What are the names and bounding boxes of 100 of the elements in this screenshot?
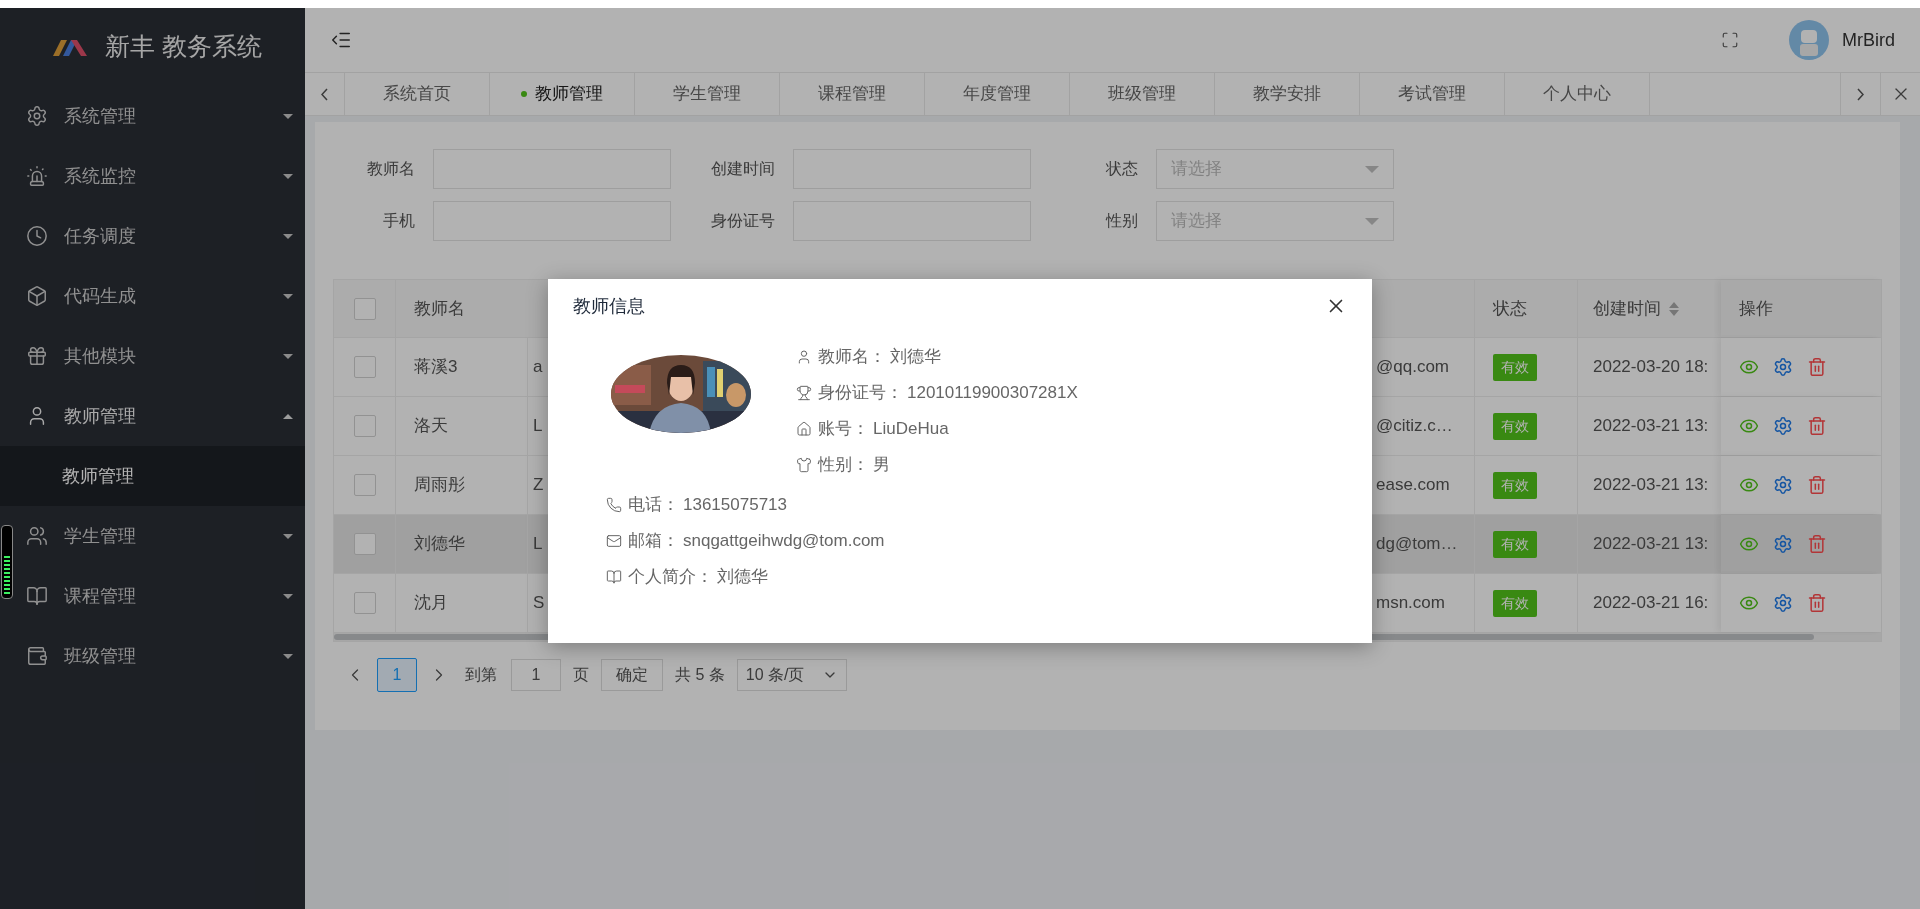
phone-icon: [606, 497, 622, 513]
trophy-icon: [796, 385, 812, 401]
menu-item[interactable]: 教师管理: [0, 386, 305, 446]
menu-item[interactable]: 任务调度: [0, 206, 305, 266]
page-size-select[interactable]: 10 条/页: [736, 659, 847, 691]
page-tab[interactable]: 教师管理: [490, 73, 635, 115]
filter-label: 身份证号: [710, 211, 776, 231]
gear-icon: [26, 105, 48, 127]
caret-icon: [1365, 165, 1379, 173]
menu-item[interactable]: 学生管理: [0, 506, 305, 566]
menu-item[interactable]: 系统管理: [0, 86, 305, 146]
row-checkbox[interactable]: [353, 474, 376, 496]
delete-icon[interactable]: [1807, 593, 1827, 613]
page-tab[interactable]: 年度管理: [925, 73, 1070, 115]
delete-icon[interactable]: [1807, 416, 1827, 436]
view-icon[interactable]: [1739, 416, 1759, 436]
filter-label: 手机: [382, 211, 416, 231]
sort-icon[interactable]: [1669, 301, 1679, 316]
status-tag: 有效: [1493, 471, 1537, 499]
table-cell-text: L: [533, 415, 543, 438]
menu-item[interactable]: 班级管理: [0, 626, 305, 686]
table-cell-text: 2022-03-21 13:: [1593, 415, 1709, 438]
caret-icon: [1365, 217, 1379, 225]
gear-icon[interactable]: [1773, 416, 1793, 436]
caret-icon: [283, 533, 293, 539]
table-cell-text: 周雨彤: [414, 474, 465, 497]
caret-icon: [283, 113, 293, 119]
caret-icon: [283, 173, 293, 179]
table-cell-text: S: [533, 592, 545, 615]
table-cell-text: msn.com: [1376, 592, 1445, 615]
field-label: 身份证号：: [818, 382, 903, 405]
page-tab[interactable]: 课程管理: [780, 73, 925, 115]
field-value: snqgattgeihwdg@tom.com: [683, 530, 885, 553]
user-name[interactable]: MrBird: [1842, 26, 1895, 54]
table-cell-text: @qq.com: [1376, 356, 1449, 379]
clock-icon: [26, 225, 48, 247]
status-tag: 有效: [1493, 530, 1537, 558]
table-cell-text: 洛天: [414, 415, 448, 438]
table-cell-text: 沈月: [414, 592, 448, 615]
field-label: 教师名：: [818, 346, 886, 369]
field-value: 刘德华: [717, 566, 768, 589]
menu-item[interactable]: 其他模块: [0, 326, 305, 386]
menu-item[interactable]: 系统监控: [0, 146, 305, 206]
caret-icon: [283, 653, 293, 659]
caret-icon: [283, 593, 293, 599]
view-icon[interactable]: [1739, 593, 1759, 613]
field-value: 刘德华: [890, 346, 941, 369]
column-header: 状态: [1493, 297, 1527, 320]
row-checkbox[interactable]: [353, 356, 376, 378]
page-tab[interactable]: 考试管理: [1360, 73, 1505, 115]
status-tag: 有效: [1493, 353, 1537, 381]
caret-icon: [283, 353, 293, 359]
menu-item[interactable]: 课程管理: [0, 566, 305, 626]
page-tab[interactable]: 学生管理: [635, 73, 780, 115]
view-icon[interactable]: [1739, 534, 1759, 554]
row-checkbox[interactable]: [353, 592, 376, 614]
fullscreen-icon[interactable]: [1721, 31, 1739, 49]
page-tab[interactable]: 班级管理: [1070, 73, 1215, 115]
table-cell-text: 2022-03-20 18:: [1593, 356, 1709, 379]
page-input[interactable]: 1: [511, 659, 561, 691]
page-tab[interactable]: 个人中心: [1505, 73, 1650, 115]
table-cell-text: 2022-03-21 13:: [1593, 533, 1709, 556]
field-value: LiuDeHua: [873, 418, 949, 441]
gear-icon[interactable]: [1773, 475, 1793, 495]
select-all-checkbox[interactable]: [353, 297, 376, 320]
delete-icon[interactable]: [1807, 475, 1827, 495]
table-cell-text: ease.com: [1376, 474, 1450, 497]
table-cell-text: dg@tom…: [1376, 533, 1458, 556]
people-icon: [26, 525, 48, 547]
submenu-item[interactable]: 教师管理: [0, 446, 305, 506]
wallet-icon: [26, 645, 48, 667]
row-checkbox[interactable]: [353, 533, 376, 555]
column-header[interactable]: 创建时间: [1593, 295, 1661, 322]
page-tab[interactable]: 系统首页: [345, 73, 490, 115]
view-icon[interactable]: [1739, 475, 1759, 495]
person-icon: [796, 349, 812, 365]
gear-icon[interactable]: [1773, 357, 1793, 377]
chevron-left-icon: [321, 87, 328, 101]
delete-icon[interactable]: [1807, 534, 1827, 554]
house-icon: [796, 421, 812, 437]
dialog-title: 教师信息: [573, 294, 646, 318]
cube-icon: [26, 285, 48, 307]
table-cell-text: Z: [533, 474, 544, 497]
shirt-icon: [796, 457, 812, 473]
gear-icon[interactable]: [1773, 593, 1793, 613]
page-tab[interactable]: 教学安排: [1215, 73, 1360, 115]
delete-icon[interactable]: [1807, 357, 1827, 377]
filter-label: 状态: [1105, 159, 1139, 179]
field-value: 男: [873, 454, 890, 477]
view-icon[interactable]: [1739, 357, 1759, 377]
gear-icon[interactable]: [1773, 534, 1793, 554]
filter-label: 性别: [1104, 211, 1139, 231]
caret-icon: [283, 293, 293, 299]
confirm-button[interactable]: 确定: [601, 659, 663, 691]
avatar-icon[interactable]: [1789, 20, 1829, 60]
caret-icon: [283, 233, 293, 239]
table-cell-text: L: [533, 533, 543, 556]
row-checkbox[interactable]: [353, 415, 376, 437]
menu-item[interactable]: 代码生成: [0, 266, 305, 326]
table-cell-text: 2022-03-21 16:: [1593, 592, 1709, 615]
